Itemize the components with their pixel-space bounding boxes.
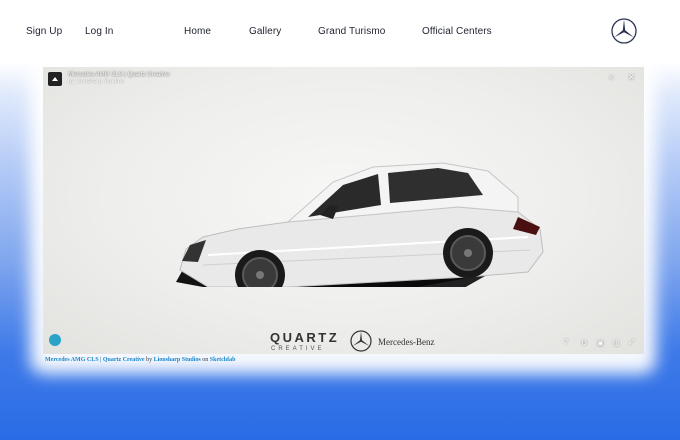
share-icon[interactable]: < bbox=[609, 73, 614, 82]
quartz-brand-text: QUARTZ bbox=[270, 330, 340, 345]
mercedes-amg-cls-car-model[interactable] bbox=[168, 137, 548, 287]
nav-home-link[interactable]: Home bbox=[184, 26, 211, 37]
sketchfab-3d-viewer[interactable]: Mercedes AMG CLS | Quartz Creative by Li… bbox=[43, 67, 644, 354]
model-credit-link[interactable]: Mercedes AMG CLS | Quartz Creative bbox=[45, 357, 145, 363]
help-icon[interactable]: ? bbox=[564, 339, 568, 346]
sketchfab-credit-link[interactable]: Sketchfab bbox=[210, 357, 236, 363]
log-in-link[interactable]: Log In bbox=[85, 26, 113, 37]
credit-on-text: on bbox=[202, 357, 209, 363]
mercedes-benz-brand-text: Mercedes-Benz bbox=[378, 337, 435, 347]
author-credit-link[interactable]: Lionsharp Studios bbox=[154, 357, 201, 363]
mercedes-star-logo-icon[interactable] bbox=[611, 18, 637, 44]
model-credit-line: Mercedes AMG CLS | Quartz Creative by Li… bbox=[45, 357, 235, 363]
layers-icon[interactable] bbox=[49, 334, 61, 346]
nav-official-centers-link[interactable]: Official Centers bbox=[422, 26, 492, 37]
sketchfab-logo-icon[interactable] bbox=[48, 72, 62, 86]
viewer-model-title[interactable]: Mercedes AMG CLS | Quartz Creative bbox=[68, 71, 170, 79]
vr-icon[interactable]: ◫ bbox=[613, 339, 620, 347]
settings-icon[interactable]: ⚙ bbox=[581, 339, 587, 347]
top-navigation: Sign Up Log In Home Gallery Grand Turism… bbox=[0, 0, 680, 64]
credit-by-text: by bbox=[146, 357, 153, 363]
mercedes-benz-star-icon bbox=[350, 330, 372, 352]
ar-icon[interactable]: ▣ bbox=[597, 339, 604, 347]
fullscreen-icon[interactable]: ⤢ bbox=[629, 339, 635, 347]
nav-grand-turismo-link[interactable]: Grand Turismo bbox=[318, 26, 385, 37]
sign-up-link[interactable]: Sign Up bbox=[26, 26, 62, 37]
viewer-model-author[interactable]: by Lionsharp Studios bbox=[68, 79, 124, 85]
creative-brand-text: CREATIVE bbox=[271, 346, 325, 352]
close-icon[interactable]: ✕ bbox=[628, 73, 635, 82]
nav-gallery-link[interactable]: Gallery bbox=[249, 26, 281, 37]
